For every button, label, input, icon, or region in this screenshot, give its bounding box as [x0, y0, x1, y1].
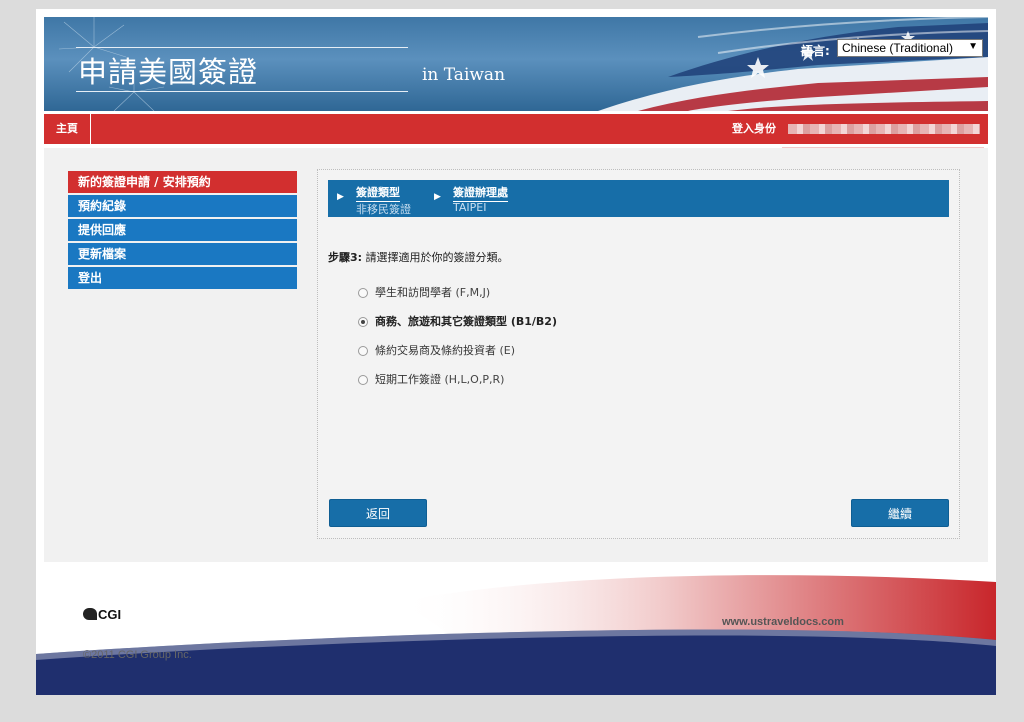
us-flag-graphic [598, 17, 988, 111]
option-code: (B1/B2) [507, 315, 557, 328]
progress-step-title: 簽證類型 [356, 184, 400, 202]
site-subtitle: in Taiwan [422, 65, 506, 85]
progress-step-value: 非移民簽證 [356, 203, 411, 216]
chevron-down-icon: ▼ [968, 41, 978, 52]
sidebar-item-update-profile[interactable]: 更新檔案 [68, 243, 297, 265]
top-navbar: 主頁 登入身份 [44, 114, 988, 144]
radio-button[interactable] [358, 375, 368, 385]
radio-option-treaty-trader[interactable]: 條約交易商及條約投資者 (E) [358, 342, 515, 358]
option-code: (H,L,O,P,R) [441, 373, 505, 386]
language-select[interactable]: Chinese (Traditional) ▼ [837, 39, 983, 57]
login-identity-redacted [788, 124, 980, 134]
copyright-text: ©2011 CGI Group Inc. [83, 649, 192, 661]
site-title: 申請美國簽證 [78, 55, 259, 89]
sidebar-item-logout[interactable]: 登出 [68, 267, 297, 289]
option-code: (F,M,J) [452, 286, 491, 299]
option-label: 短期工作簽證 [375, 373, 441, 386]
main-content: 新的簽證申請 / 安排預約 預約紀錄 提供回應 更新檔案 登出 ▶ 簽證類型 非… [44, 148, 988, 562]
footer-wave-graphic [36, 575, 996, 695]
login-identity-label: 登入身份 [732, 122, 776, 135]
continue-button[interactable]: 繼續 [851, 499, 949, 527]
progress-bar: ▶ 簽證類型 非移民簽證 ▶ 簽證辦理處 TAIPEI [328, 180, 949, 217]
radio-option-business-tourism[interactable]: 商務、旅遊和其它簽證類型 (B1/B2) [358, 313, 557, 329]
nav-home-link[interactable]: 主頁 [44, 114, 91, 144]
sidebar-item-new-application[interactable]: 新的簽證申請 / 安排預約 [68, 171, 297, 193]
site-url-link[interactable]: www.ustraveldocs.com [722, 616, 844, 628]
option-label: 商務、旅遊和其它簽證類型 [375, 315, 507, 328]
step-instruction: 步驟3: 請選擇適用於你的簽證分類。 [328, 249, 509, 265]
chevron-right-icon: ▶ [337, 192, 344, 202]
option-label: 學生和訪問學者 [375, 286, 452, 299]
cgi-mark-icon [83, 608, 97, 620]
cgi-logo-text: CGI [98, 607, 122, 622]
cgi-logo: CGI [83, 607, 121, 622]
title-rule-top [76, 47, 408, 48]
title-rule-bottom [76, 91, 408, 92]
option-code: (E) [496, 344, 516, 357]
radio-option-student[interactable]: 學生和訪問學者 (F,M,J) [358, 284, 490, 300]
radio-button[interactable] [358, 346, 368, 356]
language-select-value: Chinese (Traditional) [842, 41, 953, 55]
sidebar-nav: 新的簽證申請 / 安排預約 預約紀錄 提供回應 更新檔案 登出 [68, 171, 297, 291]
footer: CGI ©2011 CGI Group Inc. www.ustraveldoc… [36, 562, 996, 695]
page-frame: 申請美國簽證 in Taiwan 語言: Chinese (Traditiona… [36, 9, 996, 695]
back-button[interactable]: 返回 [329, 499, 427, 527]
option-label: 條約交易商及條約投資者 [375, 344, 496, 357]
sidebar-item-feedback[interactable]: 提供回應 [68, 219, 297, 241]
radio-option-temporary-work[interactable]: 短期工作簽證 (H,L,O,P,R) [358, 371, 504, 387]
language-label: 語言: [801, 44, 830, 58]
progress-step-title: 簽證辦理處 [453, 184, 508, 202]
header-banner: 申請美國簽證 in Taiwan 語言: Chinese (Traditiona… [44, 17, 988, 111]
radio-button[interactable] [358, 288, 368, 298]
radio-button-checked[interactable] [358, 317, 368, 327]
progress-step-value: TAIPEI [453, 201, 487, 214]
chevron-right-icon: ▶ [434, 192, 441, 202]
sidebar-item-appointment-history[interactable]: 預約紀錄 [68, 195, 297, 217]
visa-category-panel: ▶ 簽證類型 非移民簽證 ▶ 簽證辦理處 TAIPEI 步驟3: 請選擇適用於你… [317, 169, 960, 539]
step-text: 請選擇適用於你的簽證分類。 [362, 251, 509, 264]
step-number: 步驟3: [328, 251, 363, 264]
